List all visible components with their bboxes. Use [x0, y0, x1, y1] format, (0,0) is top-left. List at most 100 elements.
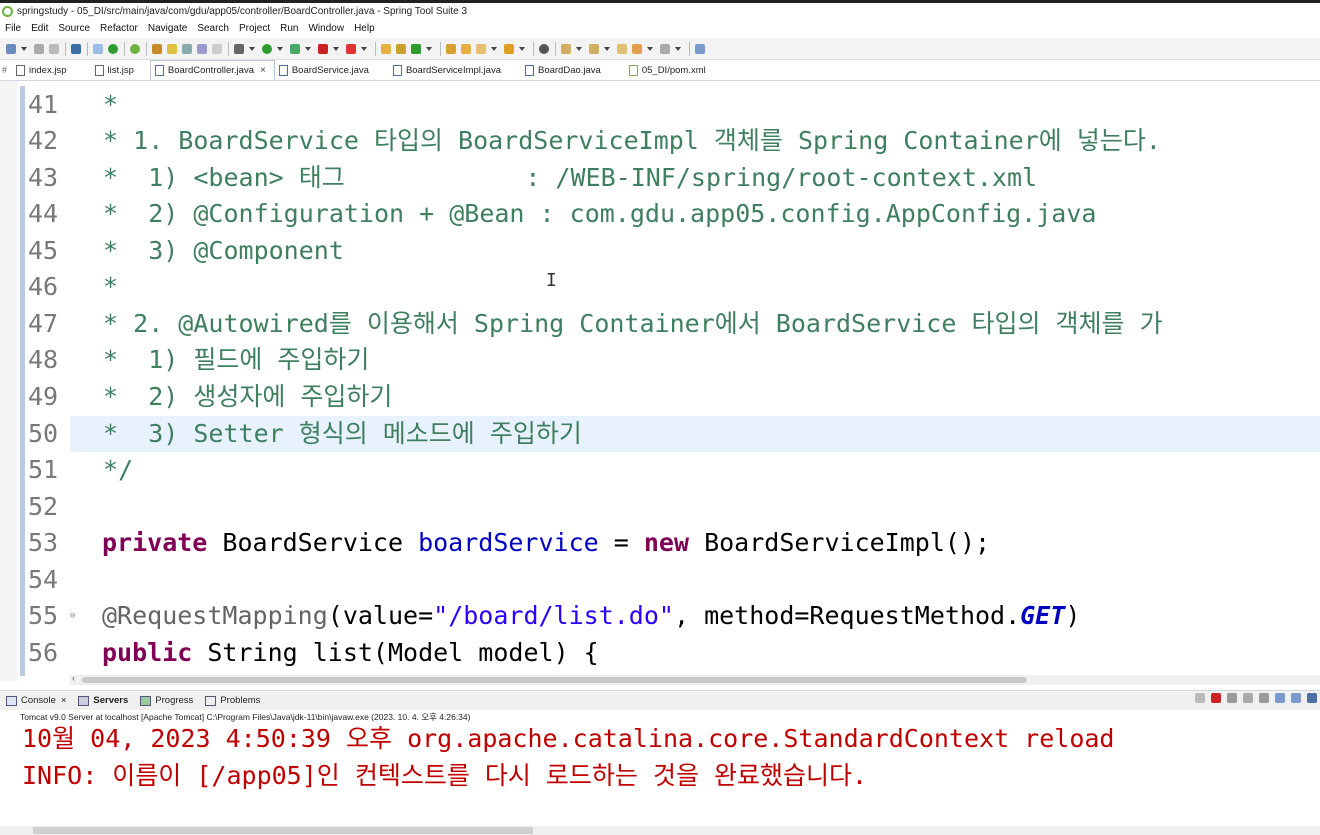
chevron-down-icon[interactable] [604, 46, 610, 51]
chevron-down-icon[interactable] [576, 46, 582, 51]
editor-horizontal-scrollbar[interactable]: ‹ [70, 673, 1320, 685]
remove-all-icon[interactable] [1227, 693, 1237, 703]
menu-run[interactable]: Run [275, 23, 303, 34]
save-icon[interactable] [34, 43, 44, 54]
clear-console-icon[interactable] [1243, 693, 1253, 703]
previous-annotation-icon[interactable] [589, 43, 599, 54]
jsp-file-icon [94, 64, 104, 76]
menu-window[interactable]: Window [303, 23, 349, 34]
pin-console-icon[interactable] [1291, 693, 1301, 703]
fold-toggle-icon[interactable]: ⊖ [70, 598, 75, 634]
forward-icon[interactable] [660, 43, 670, 54]
tab-boardservice-java[interactable]: BoardService.java [275, 60, 377, 80]
menu-help[interactable]: Help [349, 23, 380, 34]
code-fragment: ) [1065, 601, 1081, 630]
highlight-icon[interactable] [167, 43, 177, 54]
keyword: private [102, 528, 208, 557]
chevron-down-icon[interactable] [519, 46, 525, 51]
show-whitespace-icon[interactable] [212, 43, 222, 54]
tab-problems[interactable]: Problems [199, 695, 266, 706]
xml-file-icon [628, 64, 638, 76]
chevron-down-icon[interactable] [277, 46, 283, 51]
line-text: private BoardService boardService = new … [102, 525, 990, 561]
tab-list-jsp[interactable]: list.jsp [75, 60, 142, 80]
scrollbar-thumb[interactable] [82, 677, 1027, 683]
new-package-icon[interactable] [396, 43, 406, 54]
close-icon[interactable]: × [61, 695, 67, 706]
menu-refactor[interactable]: Refactor [95, 23, 143, 34]
code-editor[interactable]: 41 * 42 * 1. BoardService 타입의 BoardServi… [28, 81, 1320, 681]
toolbar-divider [555, 41, 556, 56]
coverage-icon[interactable] [290, 43, 300, 54]
stop-icon[interactable] [318, 43, 328, 54]
back-icon[interactable] [632, 43, 642, 54]
run-icon[interactable] [262, 43, 272, 54]
scrollbar-thumb[interactable] [33, 827, 533, 834]
annotation-icon[interactable] [539, 43, 549, 54]
next-annotation-icon[interactable] [561, 43, 571, 54]
tab-index-jsp[interactable]: index.jsp [12, 60, 75, 80]
chevron-down-icon[interactable] [647, 46, 653, 51]
open-folder-icon[interactable] [446, 43, 456, 54]
scroll-left-icon[interactable]: ‹ [72, 673, 75, 683]
toolbar-divider [124, 41, 125, 56]
open-type-icon[interactable] [152, 43, 162, 54]
new-java-project-icon[interactable] [381, 43, 391, 54]
tab-pom-xml[interactable]: 05_DI/pom.xml [609, 60, 714, 80]
editor-ruler[interactable] [18, 81, 28, 681]
chevron-down-icon[interactable] [333, 46, 339, 51]
line-text: * 2) 생성자에 주입하기 [88, 382, 393, 411]
static-field: GET [1020, 601, 1066, 630]
tab-boarddao-java[interactable]: BoardDao.java [509, 60, 609, 80]
console-output[interactable]: 10월 04, 2023 4:50:39 오후 org.apache.catal… [0, 723, 1320, 828]
pencil-icon[interactable] [476, 43, 486, 54]
toggle-mark-icon[interactable] [182, 43, 192, 54]
menu-search[interactable]: Search [192, 23, 234, 34]
chevron-down-icon[interactable] [675, 46, 681, 51]
external-tools-icon[interactable] [346, 43, 356, 54]
remove-launch-icon[interactable] [1195, 693, 1205, 703]
menu-project[interactable]: Project [234, 23, 275, 34]
new-icon[interactable] [6, 43, 16, 54]
skip-breakpoints-icon[interactable] [93, 43, 103, 54]
terminate-icon[interactable] [1211, 693, 1221, 703]
scroll-lock-icon[interactable] [1259, 693, 1269, 703]
close-icon[interactable]: × [260, 65, 266, 76]
code-line: 51 */ [28, 452, 1320, 488]
chevron-down-icon[interactable] [361, 46, 367, 51]
search-icon[interactable] [504, 43, 514, 54]
code-line: 56 public String list(Model model) { [28, 635, 1320, 671]
chevron-down-icon[interactable] [249, 46, 255, 51]
tab-progress[interactable]: Progress [134, 695, 199, 706]
menu-file[interactable]: File [0, 23, 26, 34]
tab-console[interactable]: Console × [0, 695, 72, 706]
chevron-down-icon[interactable] [21, 46, 27, 51]
toolbar-divider [146, 41, 147, 56]
tab-boardserviceimpl-java[interactable]: BoardServiceImpl.java [377, 60, 509, 80]
save-all-icon[interactable] [49, 43, 59, 54]
server-start-icon[interactable] [108, 43, 118, 54]
line-text: * 2. @Autowired를 이용해서 Spring Container에서… [88, 309, 1163, 338]
terminal-icon[interactable] [71, 43, 81, 54]
menu-navigate[interactable]: Navigate [143, 23, 192, 34]
word-wrap-icon[interactable] [1275, 693, 1285, 703]
open-task-icon[interactable] [461, 43, 471, 54]
chevron-down-icon[interactable] [491, 46, 497, 51]
pin-editor-icon[interactable] [695, 43, 705, 54]
new-class-icon[interactable] [411, 43, 421, 54]
debug-icon[interactable] [234, 43, 244, 54]
tab-boardcontroller-java[interactable]: BoardController.java × [149, 60, 275, 80]
console-horizontal-scrollbar[interactable] [0, 826, 1320, 835]
line-text: * 3) Setter 형식의 메소드에 주입하기 [88, 419, 582, 448]
toolbar-divider [689, 41, 690, 56]
chevron-down-icon[interactable] [305, 46, 311, 51]
block-selection-icon[interactable] [197, 43, 207, 54]
spring-boot-dashboard-icon[interactable] [130, 43, 140, 54]
tab-servers[interactable]: Servers [72, 695, 134, 706]
menu-edit[interactable]: Edit [26, 23, 53, 34]
last-edit-icon[interactable] [617, 43, 627, 54]
chevron-down-icon[interactable] [426, 46, 432, 51]
display-console-icon[interactable] [1307, 693, 1317, 703]
menu-source[interactable]: Source [53, 23, 95, 34]
view-menu-icon[interactable]: # [0, 60, 12, 80]
